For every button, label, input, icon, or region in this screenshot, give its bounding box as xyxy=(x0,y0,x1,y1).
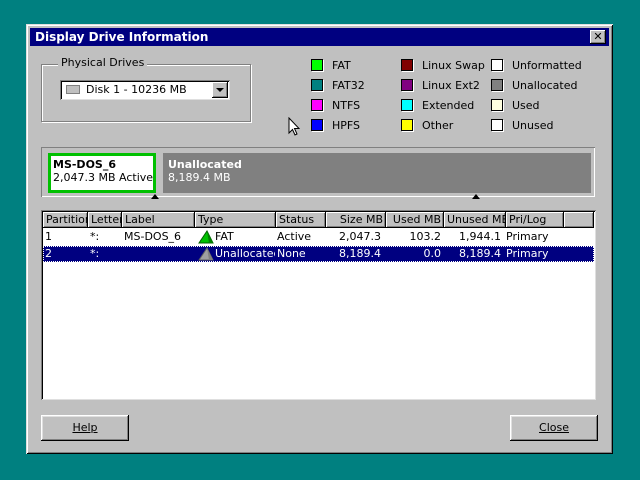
legend-swatch-icon xyxy=(401,99,413,111)
legend-swatch-icon xyxy=(311,119,323,131)
physical-drives-label: Physical Drives xyxy=(58,56,148,69)
hard-drive-icon xyxy=(66,85,80,94)
col-header-partition[interactable]: Partition xyxy=(43,212,88,228)
cell-unused: 8,189.4 xyxy=(459,247,501,260)
cell-size: 8,189.4 xyxy=(339,247,381,260)
legend-swatch-icon xyxy=(401,59,413,71)
table-row[interactable]: 1 *: MS-DOS_6 FAT Active 2,047.3 103.2 1… xyxy=(43,229,594,245)
legend-label: FAT xyxy=(332,59,351,72)
title-bar[interactable]: Display Drive Information ✕ xyxy=(30,28,609,46)
drive-info-dialog: Display Drive Information ✕ Physical Dri… xyxy=(26,24,613,454)
cell-partition: 1 xyxy=(45,230,52,243)
cell-label xyxy=(124,246,196,262)
legend-swatch-icon xyxy=(491,99,503,111)
legend-label: Linux Ext2 xyxy=(422,79,480,92)
legend-label: Used xyxy=(512,99,540,112)
legend-label: Linux Swap xyxy=(422,59,485,72)
fat-type-icon xyxy=(198,230,214,244)
legend-label: FAT32 xyxy=(332,79,365,92)
legend-label: Unformatted xyxy=(512,59,582,72)
col-header-label[interactable]: Label xyxy=(122,212,195,228)
legend-swatch-icon xyxy=(311,99,323,111)
cell-prilog: Primary xyxy=(506,247,549,260)
partition-segment-1[interactable]: MS-DOS_6 2,047.3 MB Active FAT xyxy=(48,153,156,193)
cell-letter: *: xyxy=(90,230,100,243)
legend-swatch-icon xyxy=(491,79,503,91)
mouse-cursor-icon xyxy=(288,117,300,136)
cell-prilog: Primary xyxy=(506,230,549,243)
unallocated-type-icon xyxy=(198,247,214,261)
disk-select[interactable]: Disk 1 - 10236 MB xyxy=(60,80,230,100)
chevron-down-icon[interactable] xyxy=(212,82,228,98)
window-title: Display Drive Information xyxy=(35,30,209,44)
cell-status: None xyxy=(277,247,306,260)
cell-status: Active xyxy=(277,230,312,243)
cell-type: FAT xyxy=(215,230,234,243)
col-header-type[interactable]: Type xyxy=(195,212,276,228)
legend-swatch-icon xyxy=(491,59,503,71)
legend-label: Extended xyxy=(422,99,475,112)
cell-used: 103.2 xyxy=(409,230,442,243)
col-header-used[interactable]: Used MB xyxy=(386,212,444,228)
col-header-prilog[interactable]: Pri/Log xyxy=(506,212,564,228)
segment-2-name: Unallocated xyxy=(168,158,242,171)
disk-select-value: Disk 1 - 10236 MB xyxy=(86,83,187,96)
legend-label: Unallocated xyxy=(512,79,578,92)
col-header-letter[interactable]: Letter xyxy=(88,212,122,228)
legend-label: NTFS xyxy=(332,99,361,112)
col-header-filler xyxy=(564,212,594,228)
segment-1-detail: 2,047.3 MB Active FAT xyxy=(53,171,154,184)
segment-1-name: MS-DOS_6 xyxy=(53,158,116,171)
close-button-label: Close xyxy=(539,421,569,434)
legend-label: HPFS xyxy=(332,119,361,132)
legend-label: Other xyxy=(422,119,454,132)
legend-swatch-icon xyxy=(401,119,413,131)
cell-type: Unallocated xyxy=(215,247,275,260)
col-header-unused[interactable]: Unused MB xyxy=(444,212,506,228)
col-header-status[interactable]: Status xyxy=(276,212,326,228)
close-button[interactable]: Close xyxy=(510,415,598,441)
cell-unused: 1,944.1 xyxy=(459,230,501,243)
legend-swatch-icon xyxy=(401,79,413,91)
partition-segment-2[interactable]: Unallocated 8,189.4 MB xyxy=(163,153,591,193)
close-icon[interactable]: ✕ xyxy=(590,30,606,44)
segment-2-marker-icon xyxy=(472,194,480,199)
legend-swatch-icon xyxy=(311,59,323,71)
legend-swatch-icon xyxy=(311,79,323,91)
legend-label: Unused xyxy=(512,119,554,132)
legend-swatch-icon xyxy=(491,119,503,131)
cell-used: 0.0 xyxy=(423,247,442,260)
segment-1-marker-icon xyxy=(151,194,159,199)
segment-2-detail: 8,189.4 MB xyxy=(168,171,231,184)
partition-table: Partition Letter Label Type Status Size … xyxy=(41,210,596,400)
cell-letter: *: xyxy=(90,247,100,260)
cell-label: MS-DOS_6 xyxy=(124,230,182,243)
cell-partition: 2 xyxy=(45,247,52,260)
help-button-label: Help xyxy=(72,421,98,434)
cell-size: 2,047.3 xyxy=(339,230,381,243)
col-header-size[interactable]: Size MB xyxy=(326,212,386,228)
table-row-selected[interactable]: 2 *: Unallocated None 8,189.4 0.0 8,189.… xyxy=(43,246,594,262)
help-button[interactable]: Help xyxy=(41,415,129,441)
